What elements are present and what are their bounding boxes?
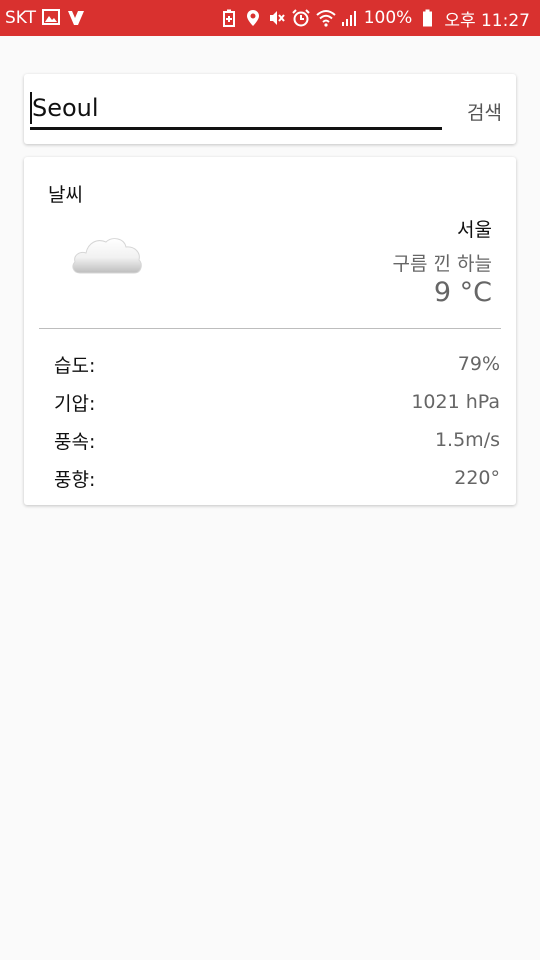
wifi-icon (316, 9, 336, 27)
battery-percent: 100% (363, 8, 413, 28)
battery-icon (418, 9, 436, 27)
status-bar: SKT 100% 오후 11:27 (0, 0, 540, 36)
carrier-label: SKT (5, 8, 37, 28)
humidity-value: 79% (457, 353, 500, 375)
search-card: 검색 (24, 74, 516, 144)
search-button[interactable]: 검색 (467, 98, 502, 125)
temperature: 9 °C (433, 277, 492, 308)
cloud-icon (70, 233, 144, 277)
wind-speed-label: 풍속: (54, 430, 96, 453)
location-icon (244, 9, 262, 27)
weather-description: 구름 낀 하늘 (392, 253, 492, 275)
wind-direction-label: 풍향: (54, 468, 96, 491)
city-search-input[interactable] (30, 88, 442, 130)
weather-details: 습도: 79% 기압: 1021 hPa 풍속: 1.5m/s 풍향: 220° (54, 345, 500, 497)
alarm-icon (291, 9, 310, 27)
card-title: 날씨 (48, 184, 83, 206)
gallery-icon (42, 9, 61, 27)
wind-speed-row: 풍속: 1.5m/s (54, 421, 500, 459)
wind-direction-value: 220° (454, 467, 500, 489)
signal-icon (340, 9, 358, 27)
text-cursor (30, 92, 32, 124)
pressure-row: 기압: 1021 hPa (54, 383, 500, 421)
weather-card: 날씨 서울 구름 낀 하늘 9 °C 습도: 79% 기압: 1021 hPa … (24, 157, 516, 505)
pressure-label: 기압: (54, 392, 96, 415)
mute-icon (268, 9, 286, 27)
humidity-row: 습도: 79% (54, 345, 500, 383)
divider (39, 328, 501, 329)
wind-speed-value: 1.5m/s (434, 429, 500, 451)
wind-direction-row: 풍향: 220° (54, 459, 500, 497)
battery-saver-icon (220, 9, 238, 27)
clock: 오후 11:27 (444, 10, 530, 31)
humidity-label: 습도: (54, 354, 96, 377)
city-name: 서울 (457, 219, 492, 241)
pressure-value: 1021 hPa (411, 391, 500, 413)
app-icon (66, 9, 85, 27)
